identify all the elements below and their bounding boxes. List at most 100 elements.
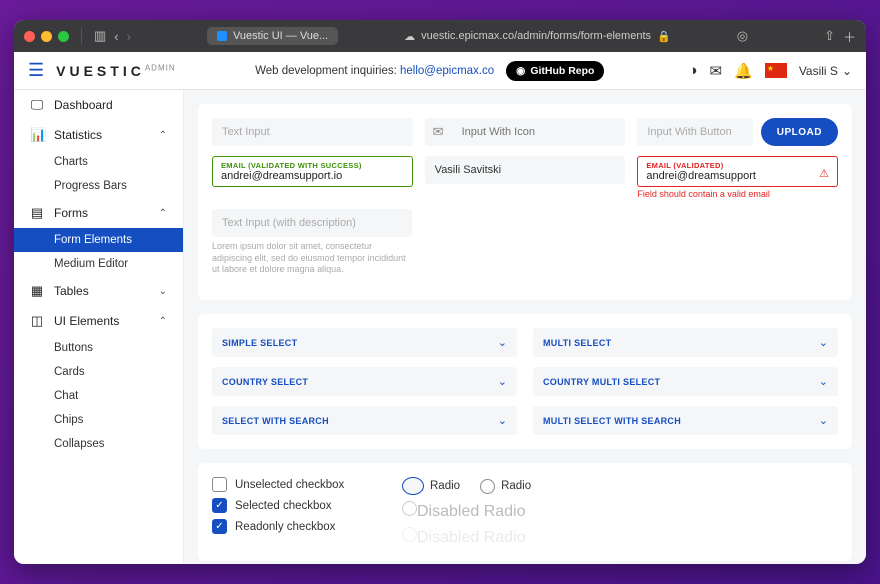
tab-title: Vuestic UI — Vue... [233, 30, 328, 42]
github-repo-button[interactable]: ◉ GitHub Repo [506, 61, 604, 81]
chevron-up-icon: ⌃ [159, 130, 167, 141]
input-with-button[interactable] [637, 118, 752, 146]
palette-icon[interactable]: ◑ [688, 62, 697, 79]
description-text: Lorem ipsum dolor sit amet, consectetur … [212, 241, 412, 276]
radio-1[interactable]: Radio [402, 477, 460, 495]
sidebar-item-buttons[interactable]: Buttons [14, 336, 183, 360]
favicon [217, 31, 227, 41]
forward-icon: › [127, 29, 131, 44]
mail-icon: ✉ [425, 124, 452, 140]
country-select[interactable]: COUNTRY SELECT⌄ [212, 367, 517, 396]
app-header: ☰ VUESTICADMIN Web development inquiries… [14, 52, 866, 90]
chevron-down-icon: ⌄ [498, 375, 507, 388]
address-bar[interactable]: ☁︎ vuestic.epicmax.co/admin/forms/form-e… [352, 30, 723, 43]
dashboard-icon: 🖵 [30, 97, 44, 113]
sidebar-item-tables[interactable]: ▦ Tables ⌄ [14, 276, 183, 306]
country-multi-select[interactable]: COUNTRY MULTI SELECT⌄ [533, 367, 838, 396]
tables-icon: ▦ [30, 283, 44, 299]
radio-disabled-2: Disabled Radio [402, 527, 838, 547]
simple-select[interactable]: SIMPLE SELECT⌄ [212, 328, 517, 357]
multi-select-with-search[interactable]: MULTI SELECT WITH SEARCH⌄ [533, 406, 838, 435]
ui-elements-icon: ◫ [30, 313, 44, 329]
chevron-down-icon: ⌄ [498, 336, 507, 349]
back-icon[interactable]: ‹ [114, 29, 118, 44]
radio-disabled: Disabled Radio [402, 501, 838, 521]
upload-button[interactable]: UPLOAD [761, 118, 838, 146]
github-icon: ◉ [516, 65, 525, 77]
mail-icon[interactable]: ✉ [710, 62, 723, 80]
email-error-field[interactable]: EMAIL (VALIDATED) andrei@dreamsupport ⚠ [637, 156, 838, 187]
chevron-down-icon: ⌄ [842, 64, 852, 78]
field-label: EMAIL (VALIDATED WITH SUCCESS) [221, 161, 404, 170]
checkbox-radio-card: Unselected checkbox ✓Selected checkbox ✓… [198, 463, 852, 561]
checkbox-readonly: ✓Readonly checkbox [212, 519, 362, 534]
inputs-card: ✉ UPLOAD EMAIL (VALIDATED WITH SUCCESS) … [198, 104, 852, 300]
checkbox-unselected[interactable]: Unselected checkbox [212, 477, 362, 492]
field-value: andrei@dreamsupport [646, 170, 829, 182]
share-icon[interactable]: ⇧ [824, 28, 835, 44]
sidebar-item-chat[interactable]: Chat [14, 384, 183, 408]
hamburger-icon[interactable]: ☰ [28, 60, 44, 81]
sidebar-item-progress-bars[interactable]: Progress Bars [14, 174, 183, 198]
error-message: Field should contain a valid email [637, 189, 838, 199]
user-menu[interactable]: Vasili S ⌄ [799, 64, 852, 78]
sidebar-label: Forms [54, 206, 88, 220]
selects-card: SIMPLE SELECT⌄ MULTI SELECT⌄ COUNTRY SEL… [198, 314, 852, 449]
sidebar-label: UI Elements [54, 314, 119, 328]
sidebar-item-form-elements[interactable]: Form Elements [14, 228, 183, 252]
chevron-down-icon: ⌄ [819, 414, 828, 427]
sidebar-label: Dashboard [54, 98, 113, 112]
main-content: ✉ UPLOAD EMAIL (VALIDATED WITH SUCCESS) … [184, 90, 866, 564]
browser-window: ▥ ‹ › Vuestic UI — Vue... ☁︎ vuestic.epi… [14, 20, 866, 564]
sidebar-item-charts[interactable]: Charts [14, 150, 183, 174]
warning-icon: ⚠ [819, 167, 829, 180]
field-value: andrei@dreamsupport.io [221, 170, 404, 182]
multi-select[interactable]: MULTI SELECT⌄ [533, 328, 838, 357]
field-label: EMAIL (VALIDATED) [646, 161, 829, 170]
input-with-icon[interactable]: ✉ [425, 118, 626, 146]
sidebar-toggle-icon[interactable]: ▥ [94, 28, 106, 44]
input-with-description[interactable] [212, 209, 412, 237]
url-text: vuestic.epicmax.co/admin/forms/form-elem… [421, 30, 651, 42]
logo: VUESTICADMIN [56, 63, 175, 79]
email-success-field[interactable]: EMAIL (VALIDATED WITH SUCCESS) andrei@dr… [212, 156, 413, 187]
chevron-down-icon: ⌄ [819, 375, 828, 388]
chevron-up-icon: ⌃ [159, 208, 167, 219]
inquiry-text: Web development inquiries: hello@epicmax… [255, 65, 494, 77]
forms-icon: ▤ [30, 205, 44, 221]
sidebar-item-forms[interactable]: ▤ Forms ⌃ [14, 198, 183, 228]
titlebar: ▥ ‹ › Vuestic UI — Vue... ☁︎ vuestic.epi… [14, 20, 866, 52]
chevron-down-icon: ⌄ [498, 414, 507, 427]
sidebar-item-chips[interactable]: Chips [14, 408, 183, 432]
language-flag[interactable] [765, 63, 787, 78]
lock-icon: 🔒 [657, 30, 671, 43]
browser-tab[interactable]: Vuestic UI — Vue... [207, 27, 338, 45]
sidebar-item-ui-elements[interactable]: ◫ UI Elements ⌃ [14, 306, 183, 336]
input-with-icon-field[interactable] [452, 118, 626, 146]
text-input[interactable] [212, 118, 413, 146]
radio-2[interactable]: Radio [480, 477, 531, 495]
sidebar-item-medium-editor[interactable]: Medium Editor [14, 252, 183, 276]
close-window[interactable] [24, 31, 35, 42]
chevron-up-icon: ⌃ [159, 316, 167, 327]
statistics-icon: 📊 [30, 127, 44, 143]
new-tab-icon[interactable]: ＋ [843, 27, 856, 46]
chevron-down-icon: ⌄ [159, 286, 167, 297]
sidebar-item-statistics[interactable]: 📊 Statistics ⌃ [14, 120, 183, 150]
sidebar-item-collapses[interactable]: Collapses [14, 432, 183, 456]
sidebar: 🖵 Dashboard 📊 Statistics ⌃ Charts Progre… [14, 90, 184, 564]
sidebar-label: Statistics [54, 128, 102, 142]
globe-icon: ☁︎ [404, 30, 415, 43]
minimize-window[interactable] [41, 31, 52, 42]
extension-icon[interactable]: ◎ [737, 28, 748, 44]
bell-icon[interactable]: 🔔 [734, 62, 753, 80]
sidebar-item-cards[interactable]: Cards [14, 360, 183, 384]
select-with-search[interactable]: SELECT WITH SEARCH⌄ [212, 406, 517, 435]
chevron-down-icon: ⌄ [819, 336, 828, 349]
sidebar-item-dashboard[interactable]: 🖵 Dashboard [14, 90, 183, 120]
sidebar-label: Tables [54, 284, 89, 298]
checkbox-selected[interactable]: ✓Selected checkbox [212, 498, 362, 513]
name-field[interactable]: Vasili Savitski [425, 156, 626, 184]
inquiry-email-link[interactable]: hello@epicmax.co [400, 65, 494, 77]
maximize-window[interactable] [58, 31, 69, 42]
